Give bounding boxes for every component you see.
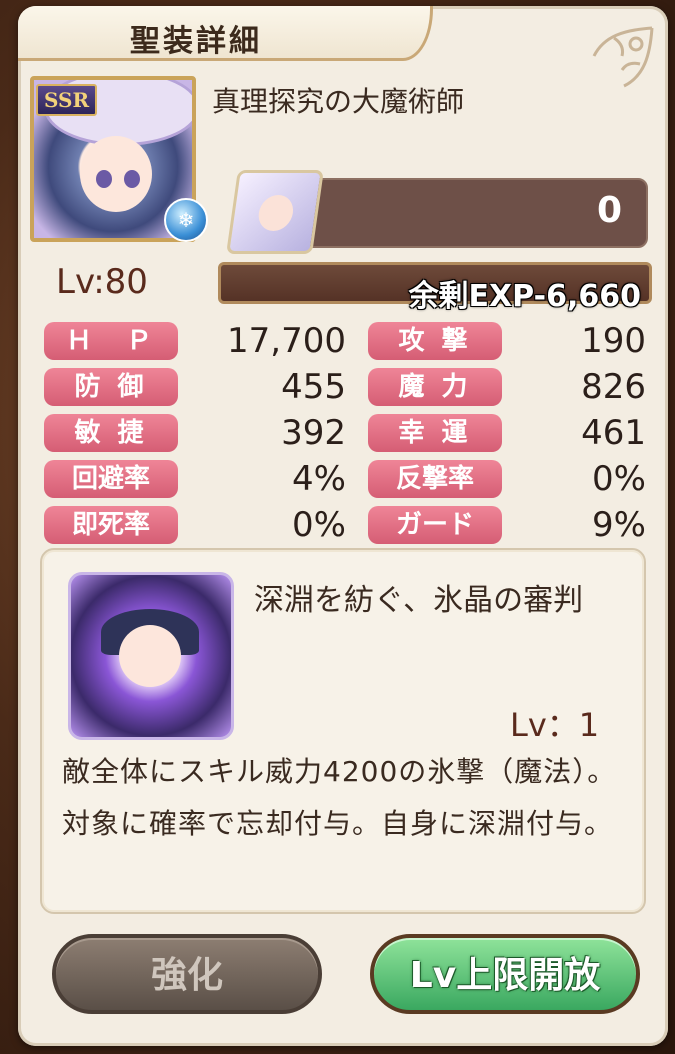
enhance-button[interactable]: 強化: [52, 934, 322, 1014]
equipment-level: Lv:80: [56, 262, 148, 302]
exp-bar: 余剰EXP-6,660: [218, 262, 652, 314]
material-count: 0: [596, 190, 622, 231]
ice-element-icon: ❄: [164, 198, 208, 242]
stat-label-magic: 魔 力: [368, 368, 502, 406]
skill-name: 深淵を紡ぐ、氷晶の審判: [254, 583, 584, 618]
skill-description: 敵全体にスキル威力4200の氷撃（魔法）。対象に確率で忘却付与。自身に深淵付与。: [62, 755, 617, 840]
panel-title: 聖装詳細: [130, 24, 262, 59]
stat-value-guard: 9%: [592, 505, 646, 545]
material-icon[interactable]: [226, 170, 324, 254]
stat-label-hp: Ｈ Ｐ: [44, 322, 178, 360]
title-tab: 聖装詳細: [18, 6, 433, 61]
portrait-eye-left: [96, 170, 112, 188]
stat-label-attack: 攻 撃: [368, 322, 502, 360]
stat-value-attack: 190: [581, 321, 646, 361]
stat-value-hp: 17,700: [227, 321, 346, 361]
exp-remaining: 余剰EXP-6,660: [408, 279, 641, 314]
skill-level: Lv：1: [510, 706, 600, 744]
stat-label-defense: 防 御: [44, 368, 178, 406]
portrait-face: [80, 136, 152, 212]
skill-icon-face: [119, 625, 181, 687]
stat-label-counter: 反撃率: [368, 460, 502, 498]
stat-label-evasion: 回避率: [44, 460, 178, 498]
stat-label-luck: 幸 運: [368, 414, 502, 452]
stat-value-agility: 392: [281, 413, 346, 453]
equipment-name: 真理探究の大魔術師: [212, 85, 465, 118]
stat-value-defense: 455: [281, 367, 346, 407]
stat-value-instant-death: 0%: [292, 505, 346, 545]
limit-break-button[interactable]: Lv上限開放: [370, 934, 640, 1014]
rarity-badge: SSR: [36, 84, 98, 116]
ornament-corner-icon: [592, 26, 654, 88]
portrait-eye-right: [124, 170, 140, 188]
stat-value-luck: 461: [581, 413, 646, 453]
material-face: [256, 195, 296, 231]
skill-icon[interactable]: [68, 572, 234, 740]
stat-value-magic: 826: [581, 367, 646, 407]
stat-label-guard: ガード: [368, 506, 502, 544]
stat-value-evasion: 4%: [292, 459, 346, 499]
stat-label-instant-death: 即死率: [44, 506, 178, 544]
stat-value-counter: 0%: [592, 459, 646, 499]
stat-label-agility: 敏 捷: [44, 414, 178, 452]
